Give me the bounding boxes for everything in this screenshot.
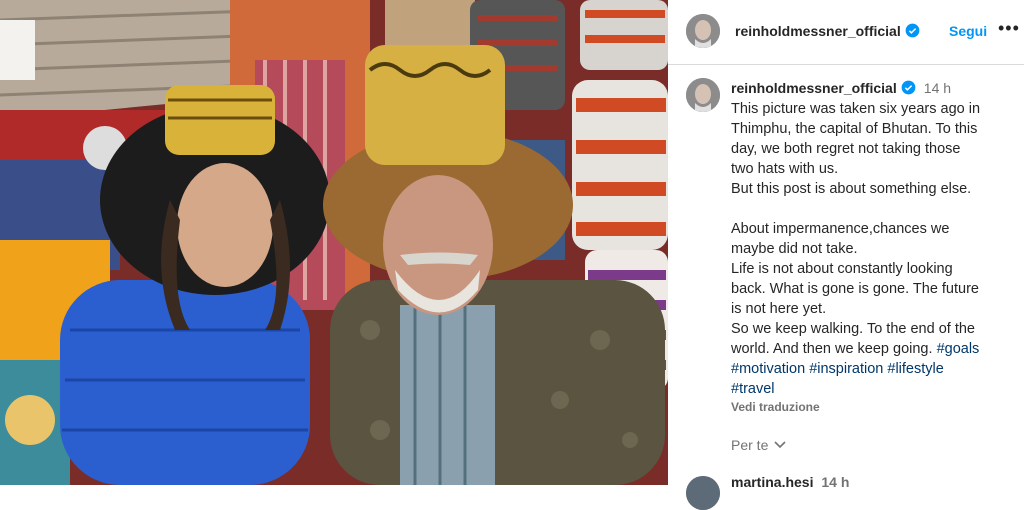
next-comment-avatar[interactable] [686,476,720,510]
caption-line: So we keep walking. To the end of the [731,321,975,337]
avatar[interactable] [686,14,720,48]
hashtag-link[interactable]: #goals [937,341,980,357]
next-comment-username[interactable]: martina.hesi 14 h [731,474,849,490]
caption-avatar[interactable] [686,78,720,112]
caption-text: world. And then we keep going. [731,341,937,357]
post-header: reinholdmessner_official Segui ••• [668,0,1024,65]
caption-line: day, we both regret not taking those [731,141,961,157]
for-you-label: Per te [731,437,769,453]
profile-photo-icon [686,14,720,48]
hashtag-link[interactable]: #inspiration [809,361,883,377]
caption-line: But this post is about something else. [731,181,972,197]
hashtag-line: #travel [731,379,1021,399]
next-comment-time: 14 h [821,474,850,490]
caption-line: This picture was taken six years ago in [731,101,981,117]
header-username[interactable]: reinholdmessner_official [735,23,901,39]
follow-button[interactable]: Segui [949,23,987,39]
chevron-down-icon [774,441,786,449]
hashtag-link[interactable]: #motivation [731,361,805,377]
caption-line: Thimphu, the capital of Bhutan. To this [731,121,978,137]
verified-badge-icon [905,23,920,38]
caption-username[interactable]: reinholdmessner_official [731,80,897,96]
caption-line: back. What is gone is gone. The future [731,281,979,297]
caption-header-line: reinholdmessner_official 14 h [731,78,1021,99]
caption-line-with-hashtag: world. And then we keep going. #goals [731,339,1021,359]
see-translation-link[interactable]: Vedi traduzione [731,400,820,414]
caption-line: Life is not about constantly looking [731,261,953,277]
for-you-dropdown[interactable]: Per te [731,437,786,453]
post-caption: reinholdmessner_official 14 h This pictu… [731,78,1021,399]
profile-photo-icon [686,476,720,510]
next-comment-name: martina.hesi [731,474,814,490]
post-time[interactable]: 14 h [924,80,951,96]
hashtag-line: #motivation #inspiration #lifestyle [731,359,1021,379]
photo-illustration [0,0,668,485]
caption-line: About impermanence,chances we [731,221,950,237]
hashtag-link[interactable]: #lifestyle [887,361,943,377]
post-side-panel: reinholdmessner_official Segui ••• reinh… [668,0,1024,510]
post-photo[interactable] [0,0,668,485]
profile-photo-icon [686,78,720,112]
more-options-button[interactable]: ••• [998,18,1020,39]
caption-line: maybe did not take. [731,241,858,257]
caption-line: two hats with us. [731,161,839,177]
hashtag-link[interactable]: #travel [731,381,775,397]
caption-line: is not here yet. [731,301,827,317]
verified-badge-icon [901,80,916,95]
